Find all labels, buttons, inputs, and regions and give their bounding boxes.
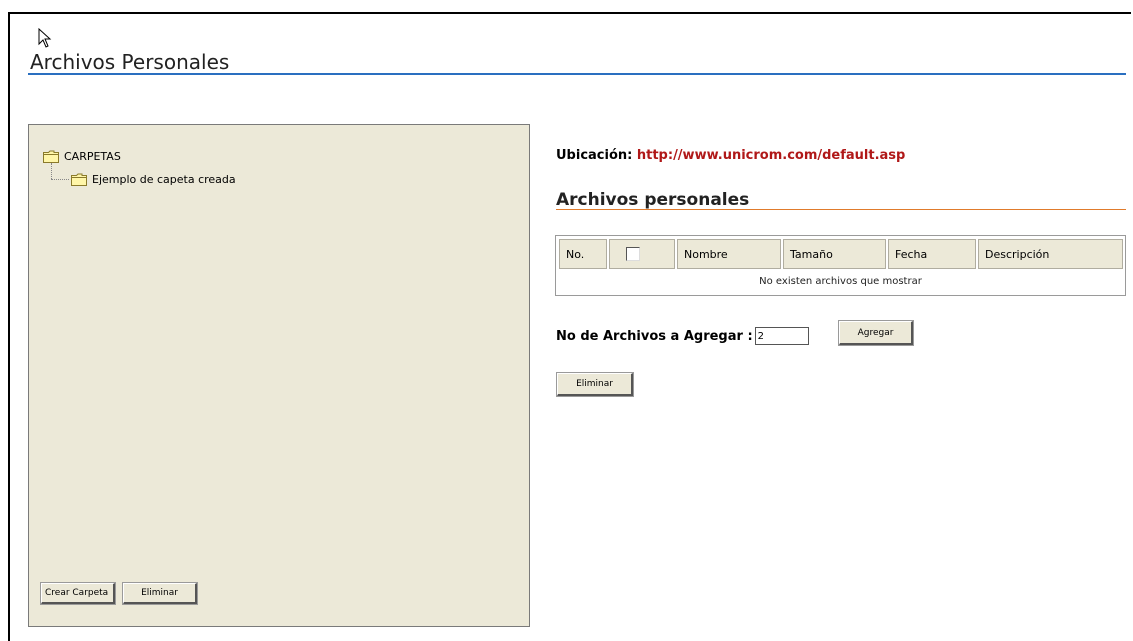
column-header-no: No. xyxy=(559,239,607,269)
column-header-size[interactable]: Tamaño xyxy=(783,239,886,269)
add-files-row: No de Archivos a Agregar : xyxy=(556,327,809,345)
folder-panel: CARPETAS Ejemplo de capeta creada Crear … xyxy=(28,124,530,627)
folder-tree-item-label: Ejemplo de capeta creada xyxy=(92,173,236,186)
select-all-checkbox[interactable] xyxy=(626,247,640,261)
add-files-label: No de Archivos a Agregar : xyxy=(556,328,753,344)
folder-tree-root-label: CARPETAS xyxy=(64,150,121,163)
title-divider xyxy=(28,73,1126,75)
location-label: Ubicación: xyxy=(556,148,633,163)
column-header-select xyxy=(609,239,675,269)
empty-table-message: No existen archivos que mostrar xyxy=(759,276,922,287)
column-header-description[interactable]: Descripción xyxy=(978,239,1123,269)
create-folder-button[interactable]: Crear Carpeta xyxy=(40,582,116,605)
files-section-title: Archivos personales xyxy=(556,190,750,210)
column-header-date[interactable]: Fecha xyxy=(888,239,976,269)
files-table: No. Nombre Tamaño Fecha Descripción No e… xyxy=(555,235,1126,296)
column-header-name[interactable]: Nombre xyxy=(677,239,781,269)
section-divider xyxy=(556,209,1126,210)
add-files-button[interactable]: Agregar xyxy=(838,320,914,346)
mouse-pointer-icon xyxy=(38,28,52,48)
folder-tree-item[interactable]: Ejemplo de capeta creada xyxy=(71,173,236,186)
page-title: Archivos Personales xyxy=(30,50,230,74)
folder-icon xyxy=(43,150,59,163)
tree-connector xyxy=(51,163,52,179)
delete-files-button[interactable]: Eliminar xyxy=(556,372,634,397)
file-count-input[interactable] xyxy=(754,327,809,345)
location-line: Ubicación: http://www.unicrom.com/defaul… xyxy=(556,148,905,163)
tree-connector xyxy=(51,179,69,180)
folder-tree-root[interactable]: CARPETAS xyxy=(43,150,121,163)
location-url: http://www.unicrom.com/default.asp xyxy=(636,148,906,163)
folder-icon xyxy=(71,173,87,186)
delete-folder-button[interactable]: Eliminar xyxy=(122,582,198,605)
